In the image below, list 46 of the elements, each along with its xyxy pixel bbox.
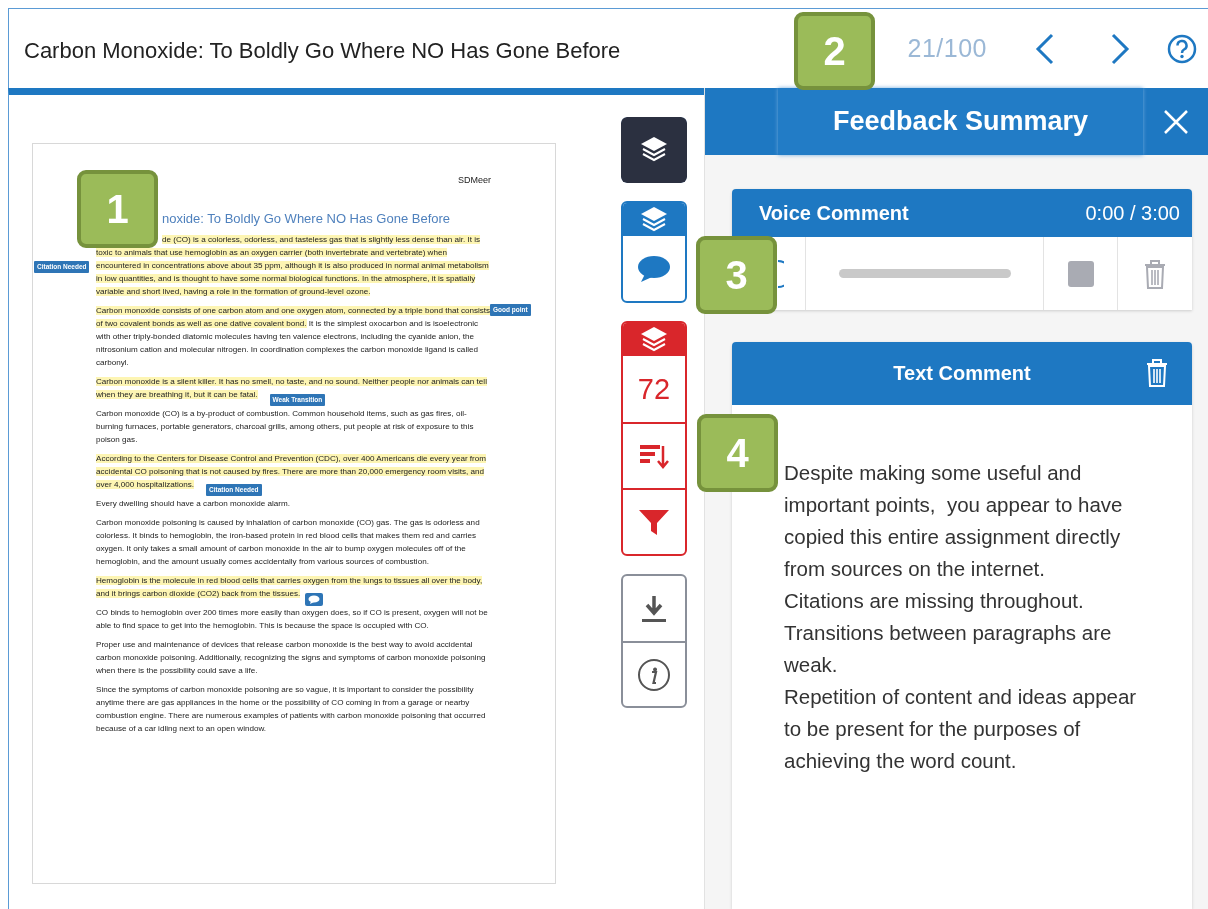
comment-text: Despite making some useful and important points, you appear to have copied this entire assignment directly from sources on the internet.	[784, 460, 1124, 582]
author-name: SDMeer	[457, 174, 491, 187]
chevron-right-icon	[1110, 32, 1130, 65]
info-icon	[637, 657, 671, 692]
help-icon	[1167, 33, 1197, 64]
paragraph-text: Every dwelling should have a carbon monoxide alarm.	[96, 498, 291, 510]
comment-text: Transitions between paragraphs are weak.	[784, 620, 1113, 678]
panel-title: Feedback Summary	[778, 88, 1143, 155]
paragraph-text: Proper use and maintenance of devices that release carbon monoxide is the best way to avoid accidental carbon monoxide poisoning. Additionally, recognizing the signs and symptoms of carbon monoxide poisoning when there is the possibility could save a life.	[96, 639, 487, 677]
trash-icon	[1146, 359, 1168, 387]
layers-button[interactable]	[621, 117, 687, 183]
chevron-left-icon	[1035, 32, 1055, 65]
sort-icon	[638, 442, 670, 470]
trash-icon	[1143, 258, 1167, 289]
stop-icon	[1067, 260, 1094, 287]
step-badge: 3	[696, 236, 777, 314]
previous-button[interactable]	[1035, 32, 1055, 65]
comment-text: Citations are missing throughout.	[784, 588, 1085, 614]
comment-text: Repetition of content and ideas appear to be present for the purposes of achieving the word count.	[784, 684, 1138, 774]
paragraph-text: Hemoglobin is the molecule in red blood cells that carries oxygen from the lungs to tissues all over the body, and it brings carbon dioxide (CO2) back from the tissues.	[96, 575, 484, 600]
speech-bubble-icon	[637, 254, 671, 283]
step-badge: 4	[697, 414, 778, 492]
help-button[interactable]	[1167, 33, 1197, 64]
document-heading: noxide: To Boldly Go Where NO Has Gone Before	[162, 210, 452, 228]
paragraph-text: de (CO) is a colorless, odorless, and tasteless gas that is slightly less dense than air. It is toxic to animals that use hemoglobin as an oxygen carrier (both invertebrate and vertebrate) when encountered in concentrations above about 35 ppm, although it is also produced in normal animal metabolism in low quantities, and is thought to have some normal biological functions. In the atmosphere, it is spatially variable and short lived, having a role in the formation of ground-level ozone.	[96, 234, 490, 298]
step-badge: 2	[794, 12, 875, 90]
progress-track[interactable]	[838, 269, 1011, 278]
comment-count[interactable]: 72	[623, 356, 685, 422]
card-title: Text Comment	[893, 362, 1031, 385]
comment-marker[interactable]	[305, 593, 324, 606]
next-button[interactable]	[1110, 32, 1130, 65]
close-icon	[1162, 108, 1189, 135]
paragraph-text: Carbon monoxide poisoning is caused by inhalation of carbon monoxide (CO) gas. The gas is odorless and colorless. It binds to hemoglobin, the iron-based protein in red blood cells that makes them red and carries oxygen. It only takes a small amount of carbon monoxide in the air to bump oxygen molecules off of the hemoglobin, and the amount usually comes accidentally from various sources of combustion.	[96, 517, 481, 568]
page-counter: 21/100	[907, 34, 987, 63]
download-icon	[640, 593, 668, 624]
recording-time: 0:00 / 3:00	[1085, 201, 1180, 225]
delete-button[interactable]	[1146, 359, 1168, 387]
speech-bubble-icon	[308, 595, 321, 604]
paragraph-text: Carbon monoxide consists of one carbon atom and one oxygen atom, connected by a triple bond that consists of two covalent bonds as well as one dative covalent bond. It is the simplest oxocarbon and is isoelectronic with other triply-bonded diatomic molecules having ten valence electrons, including the cyanide anion, the nitrosonium cation and molecular nitrogen. In coordination complexes the carbon monoxide ligand is called carbonyl.	[96, 305, 492, 369]
paragraph-text: Carbon monoxide (CO) is a by-product of combustion. Common household items, such as gas fires, oil-burning furnaces, portable generators, charcoal grills, among others, put people at risk of exposure to this poison gas.	[96, 408, 475, 446]
card-title: Voice Comment	[759, 201, 909, 225]
step-badge: 1	[77, 170, 158, 248]
document-title: Carbon Monoxide: To Boldly Go Where NO Has Gone Before	[24, 36, 621, 64]
paragraph-text: CO binds to hemoglobin over 200 times more easily than oxygen does, so if CO is present, oxygen will not be able to find space to get into the hemoglobin. This is because the space is occupied with CO.	[96, 607, 489, 632]
paragraph-text: Since the symptoms of carbon monoxide poisoning are so vague, it is important to consider the possibility anytime there are gas appliances in the home or the possibility of CO coming in from a garage or nearby combustion engine. There are numerous examples of patients with carbon monoxide poisoning that occurred because of a car idling next to an open window.	[96, 684, 487, 735]
filter-icon	[638, 508, 670, 536]
